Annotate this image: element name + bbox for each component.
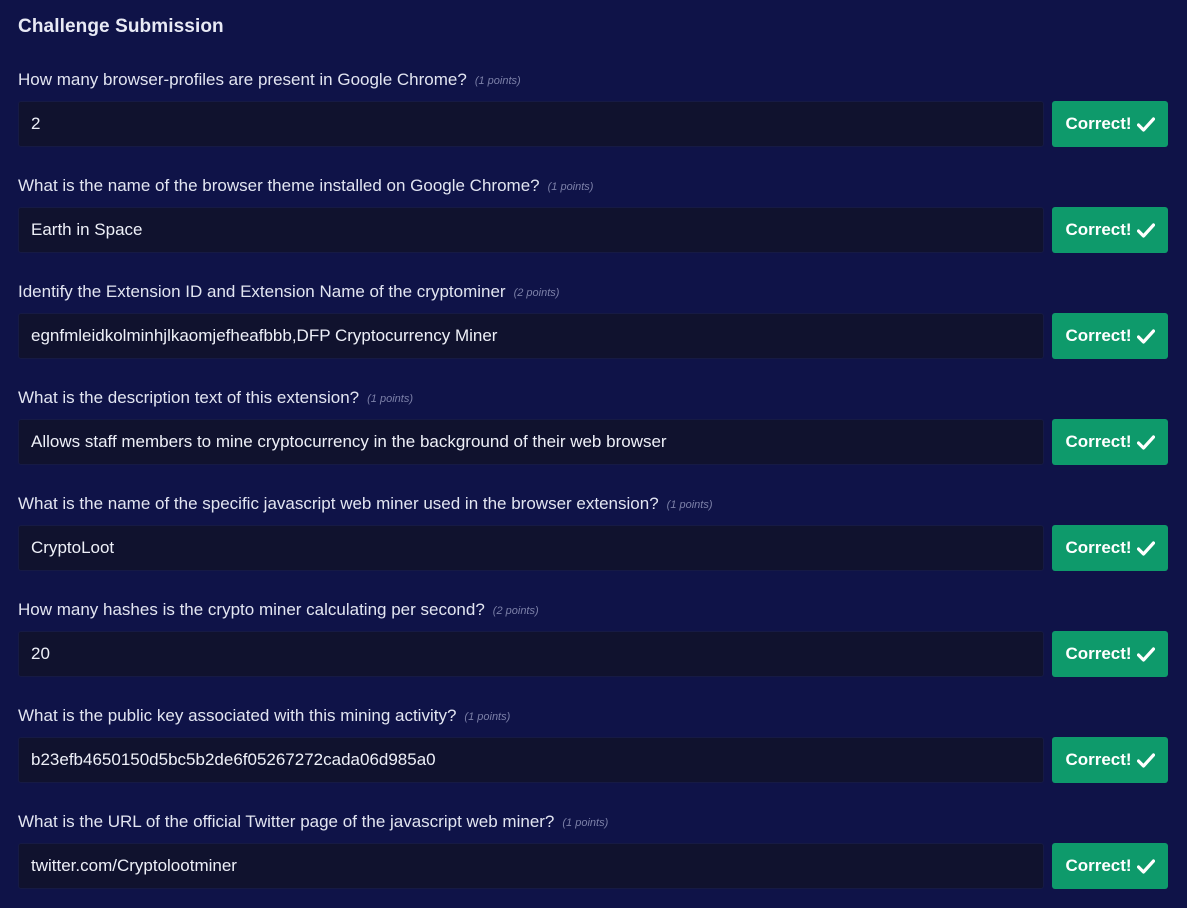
answer-row: Correct!: [18, 631, 1168, 677]
question-text: What is the public key associated with t…: [18, 706, 457, 725]
question-7: What is the public key associated with t…: [18, 703, 1168, 783]
section-title: Challenge Submission: [18, 16, 224, 37]
correct-label: Correct!: [1065, 750, 1132, 769]
correct-button[interactable]: Correct!: [1052, 843, 1168, 889]
challenge-submission-page: Challenge Submission How many browser-pr…: [0, 0, 1187, 908]
correct-label: Correct!: [1065, 220, 1132, 239]
correct-label: Correct!: [1065, 114, 1132, 133]
check-icon: [1136, 116, 1155, 132]
question-8: What is the URL of the official Twitter …: [18, 809, 1168, 889]
question-text: Identify the Extension ID and Extension …: [18, 282, 506, 301]
question-points: (1 points): [666, 499, 713, 511]
correct-button[interactable]: Correct!: [1052, 207, 1168, 253]
question-6: How many hashes is the crypto miner calc…: [18, 597, 1168, 677]
check-icon: [1136, 434, 1155, 450]
correct-button[interactable]: Correct!: [1052, 737, 1168, 783]
answer-input[interactable]: [18, 313, 1044, 359]
answer-input[interactable]: [18, 737, 1044, 783]
question-4: What is the description text of this ext…: [18, 385, 1168, 465]
correct-button[interactable]: Correct!: [1052, 419, 1168, 465]
question-5: What is the name of the specific javascr…: [18, 491, 1168, 571]
question-label: What is the public key associated with t…: [18, 703, 1168, 729]
question-points: (2 points): [492, 605, 539, 617]
correct-button[interactable]: Correct!: [1052, 525, 1168, 571]
question-label: What is the description text of this ext…: [18, 385, 1168, 411]
answer-row: Correct!: [18, 525, 1168, 571]
answer-input[interactable]: [18, 525, 1044, 571]
question-label: How many hashes is the crypto miner calc…: [18, 597, 1168, 623]
answer-input[interactable]: [18, 631, 1044, 677]
correct-button[interactable]: Correct!: [1052, 631, 1168, 677]
answer-row: Correct!: [18, 419, 1168, 465]
correct-label: Correct!: [1065, 856, 1132, 875]
question-text: How many hashes is the crypto miner calc…: [18, 600, 485, 619]
answer-input[interactable]: [18, 101, 1044, 147]
correct-button[interactable]: Correct!: [1052, 101, 1168, 147]
question-label: What is the URL of the official Twitter …: [18, 809, 1168, 835]
answer-row: Correct!: [18, 101, 1168, 147]
question-text: How many browser-profiles are present in…: [18, 70, 467, 89]
check-icon: [1136, 646, 1155, 662]
question-text: What is the URL of the official Twitter …: [18, 812, 555, 831]
question-points: (1 points): [464, 711, 511, 723]
correct-label: Correct!: [1065, 432, 1132, 451]
question-label: How many browser-profiles are present in…: [18, 67, 1168, 93]
correct-label: Correct!: [1065, 538, 1132, 557]
question-text: What is the description text of this ext…: [18, 388, 360, 407]
check-icon: [1136, 752, 1155, 768]
question-1: How many browser-profiles are present in…: [18, 67, 1168, 147]
answer-row: Correct!: [18, 737, 1168, 783]
question-text: What is the name of the browser theme in…: [18, 176, 540, 195]
question-points: (2 points): [513, 287, 560, 299]
question-points: (1 points): [547, 181, 594, 193]
answer-row: Correct!: [18, 313, 1168, 359]
correct-label: Correct!: [1065, 326, 1132, 345]
question-label: Identify the Extension ID and Extension …: [18, 279, 1168, 305]
question-points: (1 points): [562, 817, 609, 829]
question-label: What is the name of the specific javascr…: [18, 491, 1168, 517]
correct-button[interactable]: Correct!: [1052, 313, 1168, 359]
question-2: What is the name of the browser theme in…: [18, 173, 1168, 253]
question-3: Identify the Extension ID and Extension …: [18, 279, 1168, 359]
check-icon: [1136, 858, 1155, 874]
check-icon: [1136, 540, 1155, 556]
correct-label: Correct!: [1065, 644, 1132, 663]
answer-row: Correct!: [18, 843, 1168, 889]
answer-input[interactable]: [18, 419, 1044, 465]
answer-row: Correct!: [18, 207, 1168, 253]
answer-input[interactable]: [18, 843, 1044, 889]
answer-input[interactable]: [18, 207, 1044, 253]
question-text: What is the name of the specific javascr…: [18, 494, 659, 513]
question-label: What is the name of the browser theme in…: [18, 173, 1168, 199]
check-icon: [1136, 222, 1155, 238]
question-points: (1 points): [474, 75, 521, 87]
check-icon: [1136, 328, 1155, 344]
question-points: (1 points): [367, 393, 413, 405]
